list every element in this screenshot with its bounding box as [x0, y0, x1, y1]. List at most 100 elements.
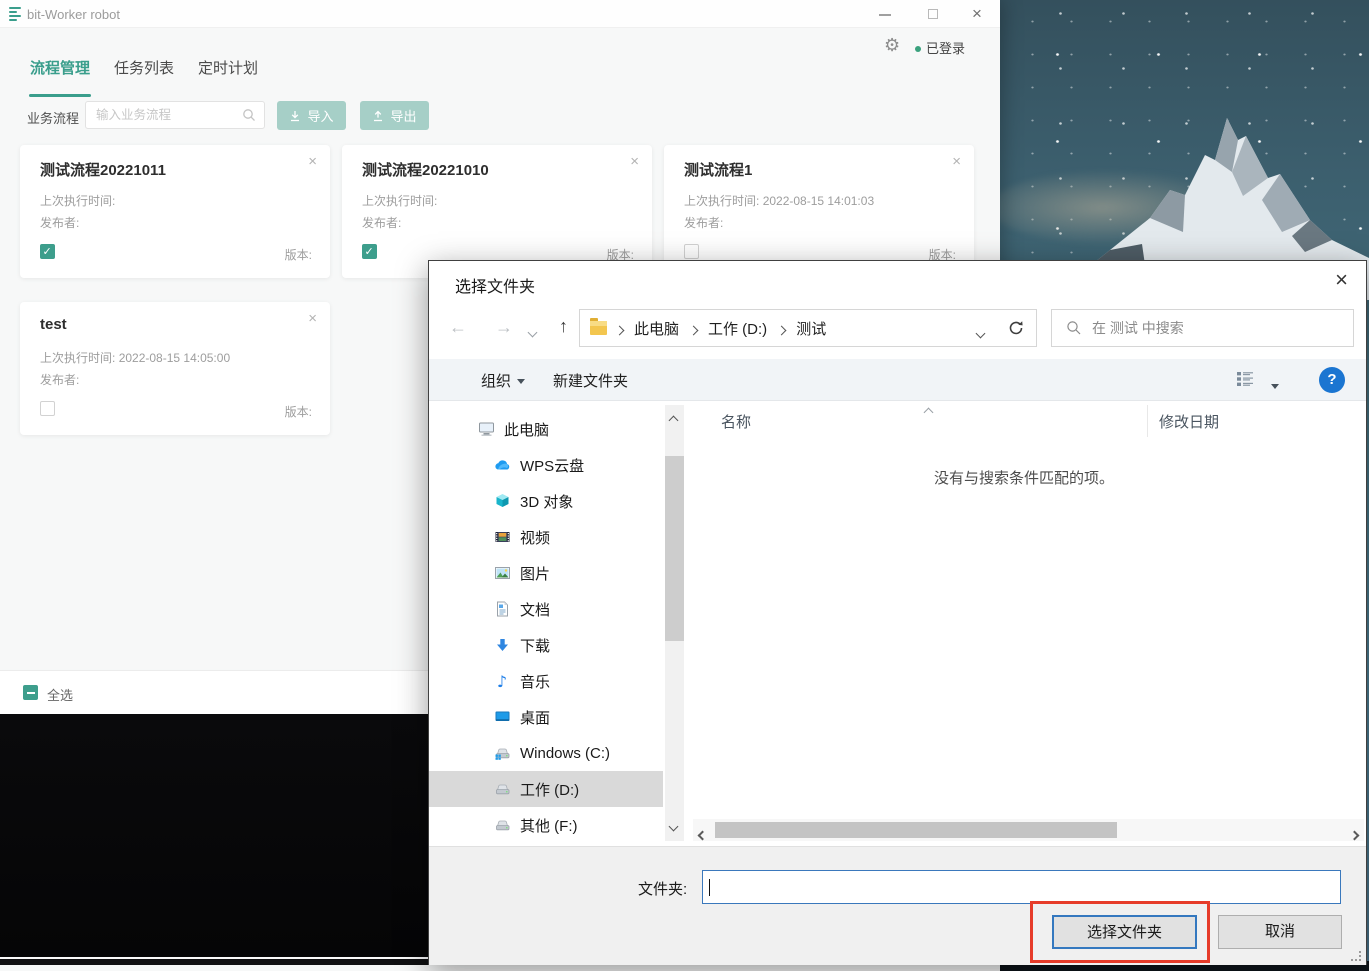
process-card[interactable]: test × 上次执行时间: 2022-08-15 14:05:00 发布者: …	[20, 302, 330, 435]
select-all-checkbox[interactable]	[23, 685, 38, 700]
export-button[interactable]: 导出	[360, 101, 429, 130]
scroll-down-icon[interactable]	[670, 817, 677, 835]
active-tab-underline	[29, 94, 91, 97]
card-close-icon[interactable]: ×	[952, 153, 961, 170]
scroll-right-icon[interactable]	[1351, 826, 1358, 844]
tree-item-desktop[interactable]: 桌面	[429, 699, 663, 735]
folder-icon	[590, 321, 607, 335]
card-close-icon[interactable]: ×	[630, 153, 639, 170]
computer-icon	[477, 421, 495, 437]
version-label: 版本:	[285, 246, 312, 263]
import-button[interactable]: 导入	[277, 101, 346, 130]
screen: bit-Worker robot × ⚙ 已登录 流程管理 任务列表 定时计划 …	[0, 0, 1369, 971]
version-label: 版本:	[285, 403, 312, 420]
last-run-value: 2022-08-15 14:01:03	[763, 194, 874, 208]
search-icon	[1066, 320, 1082, 336]
refresh-button[interactable]	[996, 309, 1037, 347]
online-dot-icon	[915, 46, 921, 52]
tree-scrollbar[interactable]	[665, 405, 684, 841]
column-header-date-modified[interactable]: 修改日期	[1159, 411, 1219, 432]
card-checkbox[interactable]	[40, 401, 55, 416]
organize-button[interactable]: 组织	[481, 370, 525, 391]
folder-name-field	[702, 870, 1341, 904]
tree-item-work-d[interactable]: 工作 (D:)	[429, 771, 663, 807]
last-run-label: 上次执行时间:	[362, 194, 437, 208]
column-header-name[interactable]: 名称	[721, 411, 751, 432]
card-checkbox[interactable]	[40, 244, 55, 259]
help-button[interactable]: ?	[1319, 367, 1345, 393]
chevron-right-icon	[616, 321, 623, 338]
tree-item-music[interactable]: ♪ 音乐	[429, 663, 663, 699]
dialog-footer: 文件夹: 选择文件夹 取消	[429, 846, 1366, 965]
view-options-caret-icon[interactable]	[1265, 378, 1279, 396]
address-bar[interactable]: 此电脑 工作 (D:) 测试	[579, 309, 997, 347]
folder-name-input[interactable]	[703, 871, 1340, 903]
caret-down-icon	[517, 379, 525, 384]
back-icon[interactable]: ←	[449, 317, 467, 338]
new-folder-button[interactable]: 新建文件夹	[553, 370, 628, 391]
scroll-up-icon[interactable]	[670, 411, 677, 429]
document-icon	[493, 601, 511, 617]
breadcrumb-work-d[interactable]: 工作 (D:)	[708, 318, 767, 339]
cancel-button[interactable]: 取消	[1218, 915, 1342, 949]
process-search-box	[85, 101, 265, 129]
empty-results-message: 没有与搜索条件匹配的项。	[809, 467, 1239, 488]
select-folder-button[interactable]: 选择文件夹	[1052, 915, 1197, 949]
process-card[interactable]: 测试流程20221011 × 上次执行时间: 发布者: 版本:	[20, 145, 330, 278]
tree-scrollbar-thumb[interactable]	[665, 456, 684, 641]
last-run-label: 上次执行时间:	[40, 351, 115, 365]
select-folder-dialog: 选择文件夹 × ← → ↑ 此电脑 工作 (D:) 测试	[428, 260, 1367, 965]
history-dropdown-icon[interactable]	[529, 323, 536, 341]
tree-item-windows-c[interactable]: Windows (C:)	[429, 735, 663, 771]
maximize-icon[interactable]	[922, 4, 944, 24]
process-search-input[interactable]	[86, 102, 238, 128]
breadcrumb-test[interactable]: 测试	[796, 318, 826, 339]
card-checkbox[interactable]	[362, 244, 377, 259]
dialog-close-icon[interactable]: ×	[1335, 267, 1348, 293]
view-details-icon[interactable]	[1235, 370, 1255, 388]
tree-item-3d-objects[interactable]: 3D 对象	[429, 483, 663, 519]
dialog-search-box	[1051, 309, 1354, 347]
settings-gear-icon[interactable]: ⚙	[884, 35, 900, 56]
tree-item-videos[interactable]: 视频	[429, 519, 663, 555]
tab-task-list[interactable]: 任务列表	[114, 57, 174, 88]
tab-scheduled-plan[interactable]: 定时计划	[198, 57, 258, 88]
dialog-title: 选择文件夹	[455, 273, 535, 297]
picture-icon	[493, 565, 511, 581]
card-checkbox[interactable]	[684, 244, 699, 259]
desktop-icon	[493, 709, 511, 725]
scroll-left-icon[interactable]	[699, 826, 706, 844]
tab-process-management[interactable]: 流程管理	[30, 57, 90, 88]
tree-item-pictures[interactable]: 图片	[429, 555, 663, 591]
tree-item-documents[interactable]: 文档	[429, 591, 663, 627]
horizontal-scrollbar-thumb[interactable]	[715, 822, 1117, 838]
card-close-icon[interactable]: ×	[308, 153, 317, 170]
minimize-icon[interactable]	[874, 4, 896, 24]
forward-icon[interactable]: →	[495, 317, 513, 338]
download-arrow-icon	[493, 637, 511, 653]
search-icon	[242, 108, 256, 122]
process-card[interactable]: 测试流程1 × 上次执行时间: 2022-08-15 14:01:03 发布者:…	[664, 145, 974, 278]
tree-item-downloads[interactable]: 下载	[429, 627, 663, 663]
breadcrumb-this-pc[interactable]: 此电脑	[634, 318, 679, 339]
address-dropdown-icon[interactable]	[977, 324, 984, 342]
film-icon	[493, 529, 511, 545]
last-run-value: 2022-08-15 14:05:00	[119, 351, 230, 365]
process-card[interactable]: 测试流程20221010 × 上次执行时间: 发布者: 版本:	[342, 145, 652, 278]
app-logo-icon	[9, 7, 21, 21]
close-icon[interactable]: ×	[966, 4, 988, 24]
column-separator[interactable]	[1147, 405, 1148, 437]
drive-icon	[493, 817, 511, 833]
resize-grip[interactable]	[1351, 951, 1361, 961]
dialog-search-input[interactable]	[1092, 310, 1347, 346]
tree-item-other-f[interactable]: 其他 (F:)	[429, 807, 663, 843]
tree-item-this-pc[interactable]: 此电脑	[429, 411, 663, 447]
up-icon[interactable]: ↑	[559, 316, 568, 337]
cube-icon	[493, 493, 511, 509]
tree-item-wps-cloud[interactable]: WPS云盘	[429, 447, 663, 483]
horizontal-scrollbar[interactable]	[693, 819, 1364, 841]
breadcrumb: 此电脑 工作 (D:) 测试	[616, 318, 826, 339]
export-icon	[372, 110, 384, 122]
card-close-icon[interactable]: ×	[308, 310, 317, 327]
card-title: 测试流程1	[684, 159, 752, 180]
